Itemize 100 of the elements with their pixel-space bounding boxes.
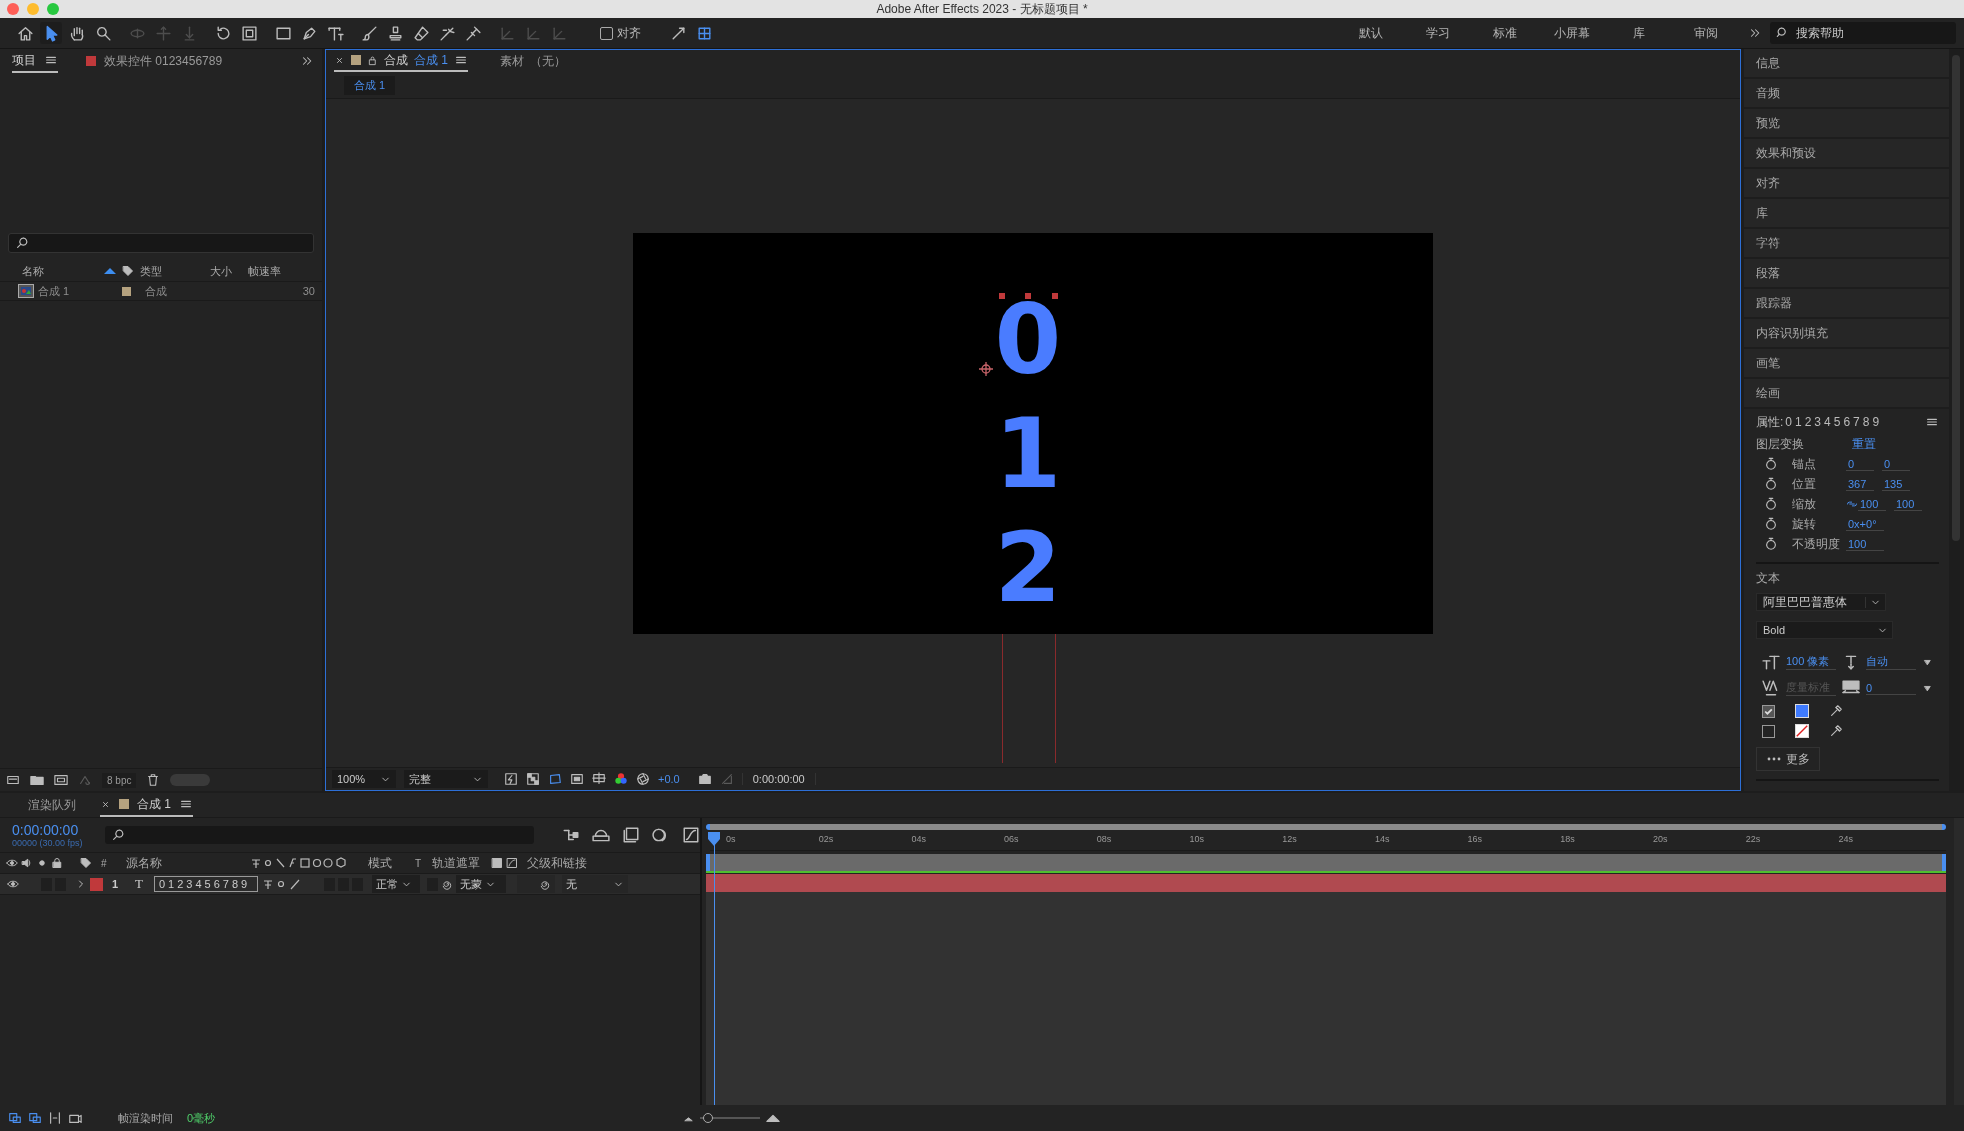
panel-tab[interactable]: 项目 — [12, 49, 58, 73]
playhead-icon[interactable] — [708, 832, 720, 846]
column-header[interactable]: 帧速率 — [248, 263, 288, 279]
column-header[interactable]: 类型 — [140, 263, 210, 279]
timeline-tab[interactable]: 合成 1 — [100, 793, 193, 817]
stroke-checkbox[interactable] — [1762, 724, 1775, 738]
bit-depth-button[interactable]: 8 bpc — [102, 772, 137, 788]
font-family-dropdown[interactable]: 阿里巴巴普惠体 — [1756, 593, 1886, 611]
mask-path-icon[interactable] — [548, 772, 562, 786]
stopwatch-icon[interactable] — [1764, 497, 1778, 511]
fill-checkbox[interactable] — [1762, 704, 1775, 718]
spiral-icon[interactable] — [441, 878, 453, 890]
lock-icon[interactable] — [51, 857, 63, 869]
selection-handle[interactable] — [999, 292, 1005, 299]
selection-handle[interactable] — [1052, 292, 1058, 299]
panel-header[interactable]: 跟踪器 — [1744, 289, 1949, 317]
column-header[interactable]: 大小 — [210, 263, 248, 279]
panel-header[interactable]: 库 — [1744, 199, 1949, 227]
leading-value[interactable]: 自动 — [1866, 654, 1916, 670]
panel-header[interactable]: 信息 — [1744, 49, 1949, 77]
track-matte-dropdown[interactable]: 无蒙 — [456, 875, 506, 893]
trash-icon[interactable] — [146, 773, 161, 787]
panel-header[interactable]: 字符 — [1744, 229, 1949, 257]
link-icon[interactable] — [1846, 498, 1858, 510]
zoom-dropdown[interactable]: 100% — [332, 770, 396, 788]
layer-name-field[interactable]: 0123456789 — [154, 876, 258, 892]
graph-editor-icon[interactable] — [682, 826, 700, 844]
in-out-icon[interactable] — [48, 1111, 62, 1125]
breadcrumb-chip[interactable]: 合成 1 — [344, 75, 396, 95]
grid-guides-icon[interactable] — [592, 772, 606, 786]
parent-pick-whip[interactable] — [517, 875, 555, 893]
fill-color-swatch[interactable] — [1795, 704, 1809, 718]
panel-header[interactable]: 绘画 — [1744, 379, 1949, 407]
search-field[interactable]: 搜索帮助 — [1770, 22, 1956, 44]
viewer-tab[interactable]: 素材 （无） — [500, 51, 566, 71]
fast-preview-icon[interactable] — [504, 772, 518, 786]
property-value[interactable]: 100 — [1846, 537, 1884, 551]
blend-mode-dropdown[interactable]: 正常 — [372, 875, 420, 893]
column-header[interactable]: T — [415, 857, 429, 869]
column-header[interactable]: 父级和链接 — [527, 854, 587, 872]
exposure-reset-icon[interactable] — [636, 772, 650, 786]
no-stroke-swatch[interactable] — [1795, 724, 1809, 738]
stopwatch-icon[interactable] — [1764, 517, 1778, 531]
lock-icon[interactable] — [367, 54, 378, 66]
property-value[interactable]: 367 — [1846, 477, 1874, 491]
timeline-tab[interactable]: 渲染队列 — [28, 794, 76, 816]
panel-header[interactable]: 效果和预设 — [1744, 139, 1949, 167]
property-value[interactable]: 100 — [1858, 497, 1886, 511]
property-value[interactable]: 135 — [1882, 477, 1910, 491]
panel-header[interactable]: 预览 — [1744, 109, 1949, 137]
selection-handle[interactable] — [1025, 292, 1031, 299]
parent-dropdown[interactable]: 无 — [562, 875, 628, 893]
resolution-dropdown[interactable]: 完整 — [404, 770, 488, 788]
panel-header[interactable]: 画笔 — [1744, 349, 1949, 377]
folder-icon[interactable] — [30, 773, 44, 787]
workspace-tab[interactable]: 审阅 — [1672, 24, 1739, 42]
label-color-swatch[interactable] — [90, 877, 103, 891]
current-time[interactable]: 0:00:00:00 — [12, 822, 91, 838]
workspace-tab[interactable]: 小屏幕 — [1538, 24, 1605, 42]
column-header[interactable]: # — [101, 857, 123, 869]
camera-icon[interactable] — [697, 772, 712, 786]
property-value[interactable]: 100 — [1894, 497, 1922, 511]
panel-header[interactable]: 音频 — [1744, 79, 1949, 107]
search-field[interactable] — [8, 233, 314, 253]
search-field[interactable] — [104, 826, 534, 844]
font-style-dropdown[interactable]: Bold — [1756, 621, 1893, 639]
safe-zones-icon[interactable] — [570, 772, 584, 786]
workspace-tab[interactable]: 库 — [1605, 24, 1672, 42]
eye-icon[interactable] — [6, 857, 18, 869]
column-header[interactable]: 名称 — [22, 263, 104, 279]
eyedropper-icon[interactable] — [1829, 704, 1843, 718]
reset-link[interactable]: 重置 — [1852, 435, 1876, 453]
panel-tab[interactable]: 效果控件 0123456789 — [86, 50, 223, 72]
panel-header[interactable]: 对齐 — [1744, 169, 1949, 197]
interpret-footage-icon[interactable] — [6, 773, 20, 787]
color-channels-icon[interactable] — [614, 772, 628, 786]
stopwatch-icon[interactable] — [1764, 457, 1778, 471]
anchor-point-icon[interactable] — [979, 361, 993, 376]
viewer-tab[interactable]: 合成 合成 1 — [334, 50, 468, 72]
stopwatch-icon[interactable] — [1764, 477, 1778, 491]
more-button[interactable]: 更多 — [1756, 747, 1820, 771]
eyedropper-icon[interactable] — [1829, 724, 1843, 738]
column-header[interactable]: 源名称 — [126, 854, 248, 872]
speaker-icon[interactable] — [21, 857, 33, 869]
transfer-controls-icon[interactable] — [28, 1111, 42, 1125]
property-value[interactable]: 0 — [1882, 457, 1910, 471]
selection-tool-button[interactable] — [40, 22, 62, 44]
font-size-value[interactable]: 100 像素 — [1786, 654, 1836, 670]
timecode-field[interactable]: 0:00:00:00 — [741, 773, 816, 785]
layer-row[interactable]: 1 T 0123456789 正常 无蒙 无 — [0, 874, 700, 895]
property-value[interactable]: 0 — [1846, 457, 1874, 471]
tracking-value[interactable]: 0 — [1866, 681, 1916, 695]
column-header[interactable]: 模式 — [368, 854, 412, 872]
property-value[interactable]: 0x+0° — [1846, 517, 1884, 531]
layer-switches-icon[interactable] — [263, 877, 301, 891]
panel-header[interactable]: 内容识别填充 — [1744, 319, 1949, 347]
stopwatch-icon[interactable] — [1764, 537, 1778, 551]
frame-blending-icon[interactable] — [622, 826, 640, 844]
transparency-grid-icon[interactable] — [526, 772, 540, 786]
workspace-tab[interactable]: 标准 — [1471, 24, 1538, 42]
